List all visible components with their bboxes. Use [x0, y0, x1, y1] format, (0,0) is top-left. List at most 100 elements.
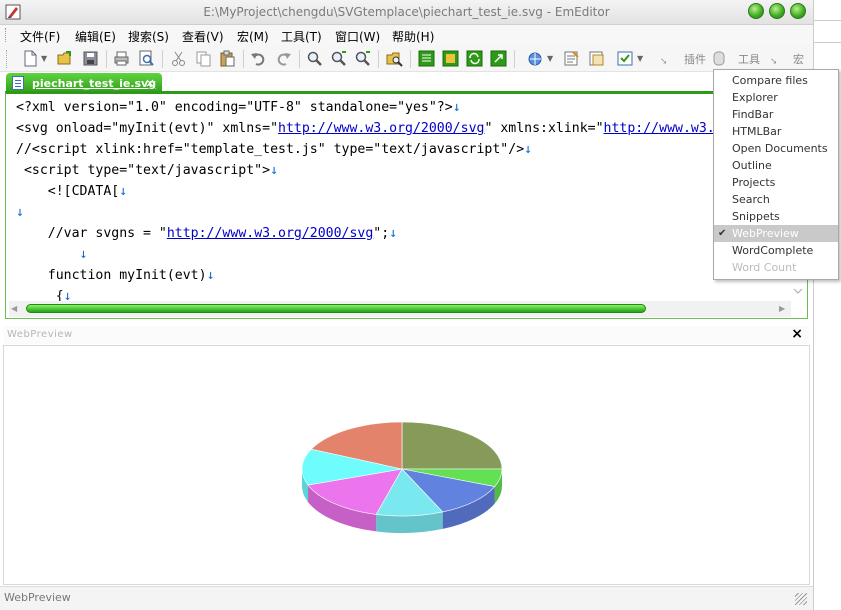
resize-grip-icon[interactable] [795, 593, 807, 605]
plugins-toolbar-label[interactable]: 插件 [684, 51, 706, 67]
code-text[interactable]: <?xml version="1.0" encoding="UTF-8" sta… [16, 97, 826, 307]
toolbar-grip[interactable] [6, 50, 7, 68]
encoding-dropdown-icon[interactable]: ▼ [547, 54, 553, 63]
open-folder-icon[interactable] [57, 50, 74, 67]
menu-help[interactable]: 帮助(H) [392, 28, 434, 45]
menu-window[interactable]: 窗口(W) [335, 28, 380, 45]
plugins-menu-item-snippets[interactable]: Snippets [714, 208, 838, 225]
toolbar-separator [378, 50, 379, 68]
newline-marker: ↓ [16, 205, 24, 220]
toolbar-separator [243, 50, 244, 68]
plugins-menu-item-htmlbar[interactable]: HTMLBar [714, 123, 838, 140]
close-window-button[interactable] [790, 3, 806, 19]
code-line[interactable]: ↓ [16, 244, 826, 265]
plugins-toolbar-button[interactable] [712, 50, 726, 67]
plugins-menu-item-compare-files[interactable]: Compare files [714, 72, 838, 89]
svg-file-icon [12, 76, 24, 90]
tab-close-icon[interactable]: × [145, 76, 155, 90]
plugins-menu-item-explorer[interactable]: Explorer [714, 89, 838, 106]
title-bar: E:\MyProject\chengdu\SVGtemplace\piechar… [0, 0, 813, 25]
redo-icon[interactable] [275, 50, 292, 67]
code-token: <![CDATA[ [16, 184, 120, 199]
copy-icon[interactable] [195, 50, 212, 67]
check-list-icon[interactable] [617, 50, 634, 67]
find-next-icon[interactable] [330, 50, 347, 67]
menu-file[interactable]: 文件(F) [20, 28, 60, 45]
toolbar-separator [162, 50, 163, 68]
menubar-grip[interactable] [5, 28, 8, 42]
cut-icon[interactable] [170, 50, 187, 67]
newline-marker: ↓ [389, 226, 398, 241]
paste-icon[interactable] [219, 50, 236, 67]
plugins-menu-item-open-documents[interactable]: Open Documents [714, 140, 838, 157]
print-icon[interactable] [113, 50, 130, 67]
toolbar-separator [514, 50, 515, 68]
tools-toolbar-label[interactable]: 工具 [738, 51, 760, 67]
newline-marker: ↓ [206, 268, 215, 283]
plugins-dropdown-menu: Compare files Explorer FindBar HTMLBar Open … [713, 69, 839, 280]
sync-icon[interactable] [466, 50, 483, 67]
newline-marker: ↓ [79, 247, 88, 262]
webpreview-close-icon[interactable]: × [791, 326, 803, 342]
webpreview-pane[interactable] [3, 345, 810, 585]
horizontal-scroll-thumb[interactable] [26, 304, 646, 313]
export-icon[interactable] [490, 50, 507, 67]
encoding-icon[interactable] [527, 50, 544, 67]
code-link[interactable]: http://www.w3.org/2000/svg [278, 121, 484, 136]
plugins-menu-item-webpreview[interactable]: WebPreview [714, 225, 838, 242]
print-preview-icon[interactable] [138, 50, 155, 67]
undo-icon[interactable] [250, 50, 267, 67]
code-editor[interactable]: <?xml version="1.0" encoding="UTF-8" sta… [5, 91, 826, 319]
menu-edit[interactable]: 编辑(E) [75, 28, 116, 45]
new-file-icon[interactable] [22, 50, 39, 67]
properties-icon[interactable] [563, 50, 580, 67]
webpreview-header: WebPreview × [4, 326, 809, 344]
scroll-left-icon[interactable]: ◀ [11, 304, 19, 313]
menu-search[interactable]: 搜索(S) [128, 28, 169, 45]
code-link[interactable]: http://www.w3.org/2000/svg [167, 226, 373, 241]
save-icon[interactable] [82, 50, 99, 67]
status-bar: WebPreview [0, 586, 813, 610]
pie-slice [401, 421, 503, 470]
horizontal-scrollbar[interactable]: ◀ ▶ [9, 301, 791, 317]
macro-toolbar-label[interactable]: 宏 [793, 51, 804, 67]
code-token: <svg onload="myInit(evt)" xmlns=" [16, 121, 279, 136]
customize-icon[interactable] [588, 50, 605, 67]
minimize-button[interactable] [748, 3, 764, 19]
plugins-menu-item-findbar[interactable]: FindBar [714, 106, 838, 123]
edge-divider [814, 20, 841, 21]
new-file-dropdown-icon[interactable]: ▼ [41, 54, 47, 63]
code-line[interactable]: //var svgns = "http://www.w3.org/2000/sv… [16, 223, 826, 244]
plugins-menu-item-word-count: Word Count [732, 261, 797, 274]
plugins-menu-item-projects[interactable]: Projects [714, 174, 838, 191]
code-line[interactable]: //<script xlink:href="template_test.js" … [16, 139, 826, 160]
maximize-button[interactable] [769, 3, 785, 19]
menu-tools[interactable]: 工具(T) [281, 28, 322, 45]
code-line[interactable]: <![CDATA[↓ [16, 181, 826, 202]
menu-view[interactable]: 查看(V) [182, 28, 224, 45]
check-list-dropdown-icon[interactable]: ▼ [637, 54, 643, 63]
newline-marker: ↓ [452, 100, 461, 115]
code-line[interactable]: <?xml version="1.0" encoding="UTF-8" sta… [16, 97, 826, 118]
toolbar-overflow-icon[interactable]: ➘ [660, 57, 668, 67]
find-previous-icon[interactable] [354, 50, 371, 67]
plugins-menu-item-wordcomplete[interactable]: WordComplete [714, 242, 838, 259]
find-in-files-icon[interactable] [386, 50, 403, 67]
view-icon[interactable] [442, 50, 459, 67]
toolbar-separator [299, 50, 300, 68]
plugins-menu-item-search[interactable]: Search [714, 191, 838, 208]
status-text: WebPreview [4, 591, 71, 604]
scroll-right-icon[interactable]: ▶ [779, 304, 787, 313]
code-line[interactable]: <script type="text/javascript">↓ [16, 160, 826, 181]
plugins-menu-item-outline[interactable]: Outline [714, 157, 838, 174]
code-line[interactable]: <svg onload="myInit(evt)" xmlns="http://… [16, 118, 826, 139]
newline-marker: ↓ [270, 163, 279, 178]
menu-macro[interactable]: 宏(M) [237, 28, 269, 45]
find-icon[interactable] [306, 50, 323, 67]
code-line[interactable]: ↓ [16, 202, 826, 223]
word-wrap-icon[interactable] [418, 50, 435, 67]
tools-overflow-icon[interactable]: ➘ [770, 57, 778, 67]
code-line[interactable]: function myInit(evt)↓ [16, 265, 826, 286]
webpreview-header-label: WebPreview [7, 329, 73, 340]
